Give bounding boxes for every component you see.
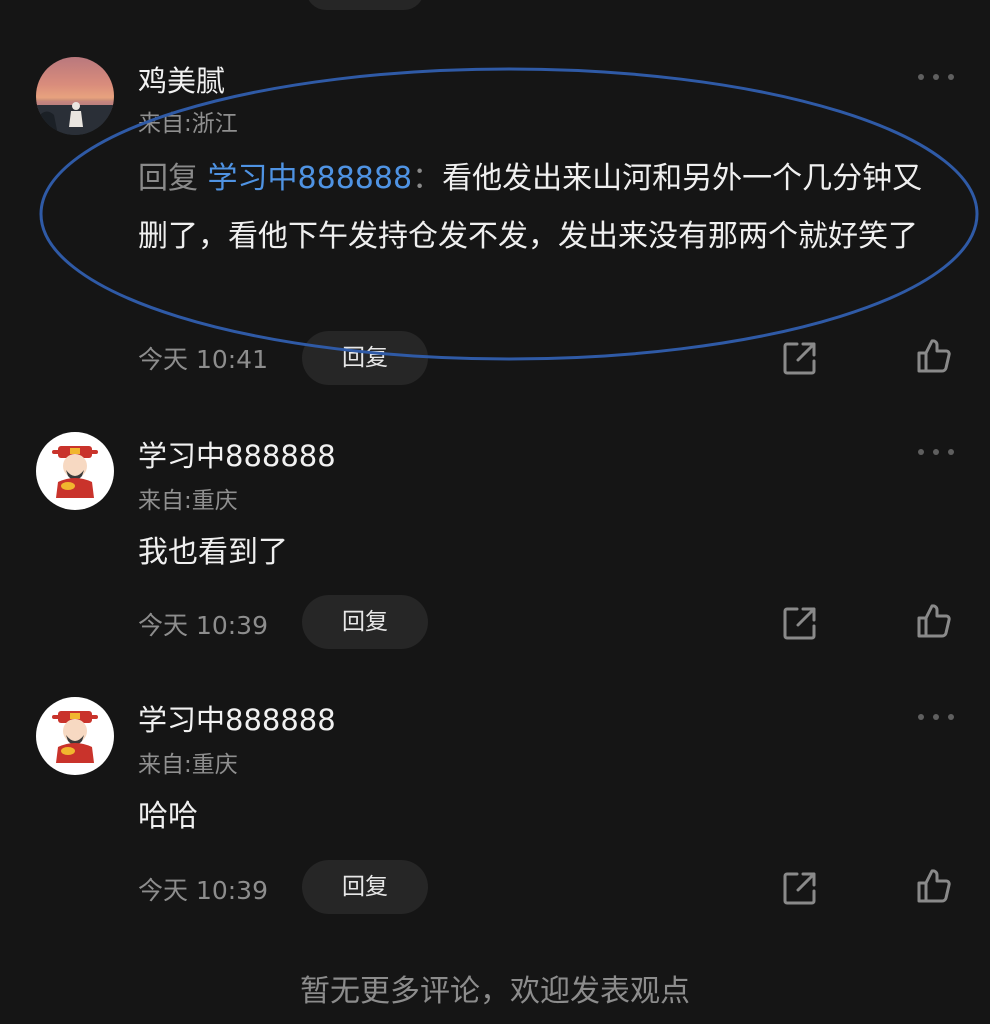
sunset-photo-icon [36,101,114,135]
mention-separator: ： [412,161,443,196]
username[interactable]: 学习中888888 [138,433,336,475]
location-label: 来自:重庆 [138,752,238,778]
reply-prefix: 回复 [138,161,198,196]
god-of-wealth-icon [52,446,98,498]
mention-link[interactable]: 学习中888888 [208,161,413,196]
avatar[interactable] [36,57,114,135]
reply-button[interactable]: 回复 [302,860,428,914]
location-label: 来自:重庆 [138,488,238,514]
reply-button[interactable]: 回复 [302,331,428,385]
avatar[interactable] [36,697,114,775]
like-icon[interactable] [916,603,952,639]
like-icon[interactable] [916,338,952,374]
no-more-comments-label: 暂无更多评论，欢迎发表观点 [300,974,690,1009]
more-options-icon[interactable] [918,712,954,722]
more-options-icon[interactable] [918,447,954,457]
more-options-icon[interactable] [918,72,954,82]
username[interactable]: 学习中888888 [138,697,336,739]
reply-button[interactable]: 回复 [302,595,428,649]
god-of-wealth-icon [52,711,98,763]
timestamp: 今天 10:41 [138,345,268,374]
like-icon[interactable] [916,868,952,904]
comment-text: 回复 学习中888888：看他发出来山河和另外一个几分钟又删了，看他下午发持仓发… [138,150,938,266]
timestamp: 今天 10:39 [138,876,268,905]
avatar[interactable] [36,432,114,510]
location-label: 来自:浙江 [138,111,238,137]
timestamp: 今天 10:39 [138,611,268,640]
comment-body: 哈哈 [138,799,198,834]
previous-reply-button[interactable] [306,0,424,10]
comment-body: 我也看到了 [138,535,288,570]
share-icon[interactable] [782,340,818,376]
share-icon[interactable] [782,870,818,906]
username[interactable]: 鸡美腻 [138,58,225,100]
share-icon[interactable] [782,605,818,641]
